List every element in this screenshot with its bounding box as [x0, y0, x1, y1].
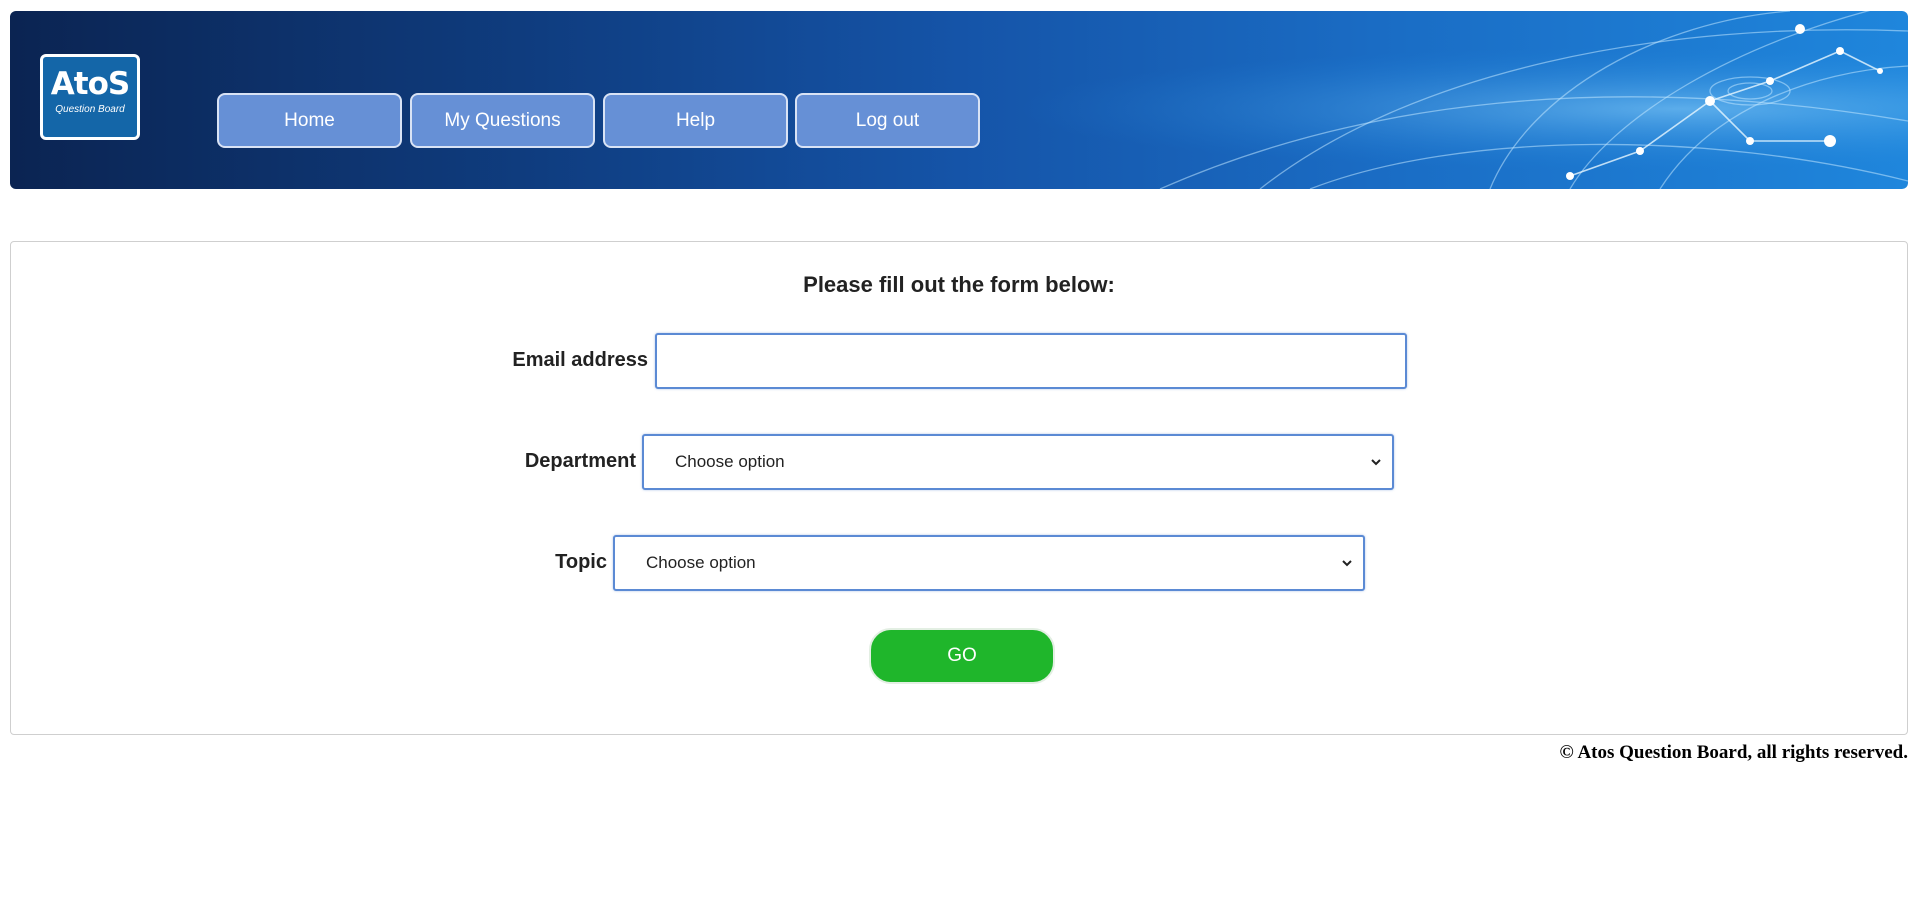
- topic-selected-value: Choose option: [646, 553, 756, 572]
- email-label: Email address: [512, 349, 648, 371]
- topic-select[interactable]: Choose option: [613, 535, 1365, 591]
- topic-label: Topic: [555, 551, 607, 573]
- footer-copyright: © Atos Question Board, all rights reserv…: [1559, 742, 1908, 763]
- department-select[interactable]: Choose option: [642, 434, 1394, 490]
- chevron-down-icon: [1342, 560, 1352, 567]
- atos-logo[interactable]: AtoS Question Board: [40, 54, 140, 140]
- go-button[interactable]: GO: [869, 628, 1055, 684]
- nav-help-button[interactable]: Help: [603, 93, 788, 148]
- nav-home-button[interactable]: Home: [217, 93, 402, 148]
- email-field-box: [655, 333, 1407, 389]
- logo-subtitle: Question Board: [55, 104, 125, 115]
- nav-my-questions-button[interactable]: My Questions: [410, 93, 595, 148]
- form-title: Please fill out the form below:: [803, 272, 1115, 297]
- email-field[interactable]: [657, 335, 1405, 387]
- site-header: AtoS Question Board Home My Questions He…: [10, 11, 1908, 189]
- chevron-down-icon: [1371, 459, 1381, 466]
- logo-brand: AtoS: [50, 66, 130, 102]
- form-panel: Please fill out the form below: Email ad…: [10, 241, 1908, 735]
- department-selected-value: Choose option: [675, 452, 785, 471]
- nav-logout-button[interactable]: Log out: [795, 93, 980, 148]
- department-label: Department: [524, 450, 636, 472]
